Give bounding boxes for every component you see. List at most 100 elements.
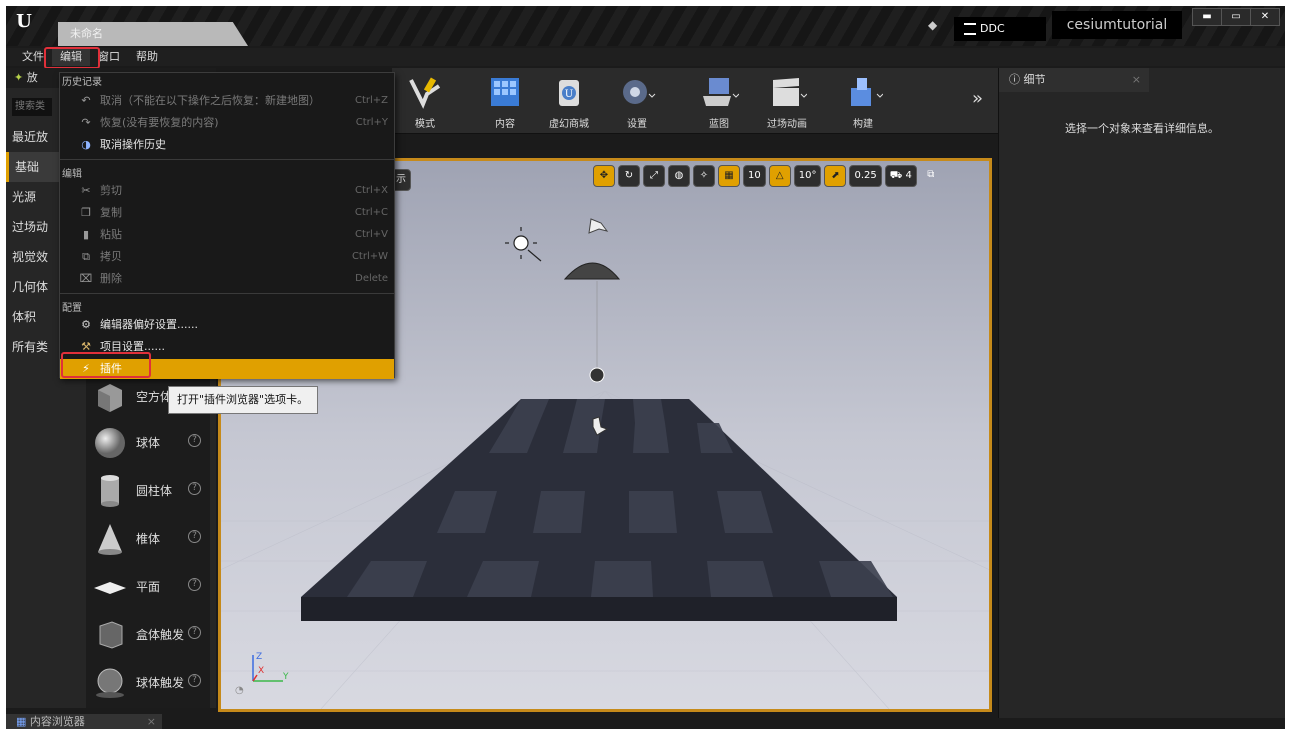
translate-tool-button[interactable]: ✥ [593, 165, 615, 187]
close-icon[interactable]: × [1132, 68, 1141, 92]
help-icon[interactable]: ? [188, 578, 201, 591]
menu-item-label: 取消操作历史 [100, 138, 166, 151]
level-tab-label: 未命名 [70, 27, 103, 40]
menu-paste[interactable]: ▮ 粘贴 Ctrl+V [60, 225, 394, 245]
menu-item-shortcut: Ctrl+W [351, 251, 388, 262]
rotate-tool-button[interactable]: ↻ [618, 165, 640, 187]
toolbar-label: 虚幻商城 [549, 119, 589, 130]
toolbar-modes-button[interactable]: 模式 [394, 70, 456, 132]
ddc-button[interactable]: DDC [954, 17, 1046, 41]
toolbar-settings-button[interactable]: 设置 [606, 70, 668, 132]
menu-section-edit: 编辑 [62, 169, 82, 180]
scissors-icon: ✂ [81, 184, 91, 197]
grid-snap-toggle[interactable]: ▦ [718, 165, 740, 187]
menu-item-shortcut: Ctrl+C [354, 207, 388, 218]
rotation-snap-value[interactable]: 10° [793, 165, 822, 187]
toolbar-label: 过场动画 [767, 119, 807, 130]
menu-item-shortcut: Ctrl+Z [354, 95, 388, 106]
menu-item-label: 粘贴 [100, 228, 122, 241]
maximize-button[interactable]: ▭ [1222, 9, 1251, 25]
unreal-logo-icon: U [16, 11, 32, 32]
main-toolbar: 模式 内容 U 虚幻商城 设置 蓝图 过场动画 构建 » [392, 68, 998, 134]
project-name: cesiumtutorial [1052, 11, 1182, 39]
cylinder-icon [101, 475, 119, 507]
sphere-trigger-icon [96, 668, 124, 698]
maximize-viewport-button[interactable]: ⧉ [920, 165, 942, 187]
toolbar-cinematics-button[interactable]: 过场动画 [756, 70, 818, 132]
menu-editor-preferences[interactable]: ⚙ 编辑器偏好设置...... [60, 315, 394, 335]
scale-snap-toggle[interactable]: ⬈ [824, 165, 847, 187]
toolbar-overflow-button[interactable]: » [972, 88, 983, 109]
copy-icon: ❐ [81, 206, 91, 219]
svg-text:U: U [565, 89, 573, 100]
close-icon[interactable]: × [147, 714, 156, 729]
place-item-sphere[interactable]: 球体 ? [92, 422, 210, 462]
cone-icon [98, 524, 122, 555]
undo-history-icon: ◑ [81, 138, 91, 151]
level-tab[interactable]: 未命名 [58, 22, 248, 46]
details-tab[interactable]: ⓘ 细节 × [999, 68, 1149, 92]
menu-undo[interactable]: ↶ 取消（不能在以下操作之后恢复：新建地图） Ctrl+Z [60, 91, 394, 111]
menu-duplicate[interactable]: ⧉ 拷贝 Ctrl+W [60, 247, 394, 267]
help-icon[interactable]: ? [188, 530, 201, 543]
cube-icon [98, 384, 122, 412]
toolbar-build-button[interactable]: 构建 [832, 70, 894, 132]
toolbar-label: 构建 [853, 119, 873, 130]
viewport-toolbar: ✥ ↻ ⤢ ◍ ✧ ▦ 10 △ 10° ⬈ 0.25 ⛟ 4 ⧉ [593, 165, 942, 189]
menu-bar: 文件 编辑 窗口 帮助 [6, 48, 1285, 66]
camera-speed-button[interactable]: ⛟ 4 [884, 165, 917, 187]
menu-cut[interactable]: ✂ 剪切 Ctrl+X [60, 181, 394, 201]
menu-undo-history[interactable]: ◑ 取消操作历史 [60, 135, 394, 155]
scale-tool-button[interactable]: ⤢ [643, 165, 665, 187]
place-item-cylinder[interactable]: 圆柱体 ? [92, 470, 210, 510]
details-panel: ⓘ 细节 × 选择一个对象来查看详细信息。 [998, 68, 1285, 718]
menu-redo[interactable]: ↷ 恢复(没有要恢复的内容) Ctrl+Y [60, 113, 394, 133]
place-item-box-trigger[interactable]: 盒体触发 ? [92, 614, 210, 654]
toolbar-content-button[interactable]: 内容 [474, 70, 536, 132]
menu-help[interactable]: 帮助 [128, 48, 166, 66]
details-empty-hint: 选择一个对象来查看详细信息。 [1065, 122, 1219, 135]
content-browser-icon: ▦ [16, 715, 30, 728]
toolbar-label: 设置 [627, 119, 647, 130]
duplicate-icon: ⧉ [82, 250, 90, 263]
world-local-toggle[interactable]: ◍ [668, 165, 690, 187]
scale-snap-value[interactable]: 0.25 [849, 165, 882, 187]
menu-item-shortcut: Ctrl+V [354, 229, 388, 240]
place-mode-label: 放 [26, 71, 38, 84]
place-search-input[interactable]: 搜索类 [12, 98, 52, 116]
menu-copy[interactable]: ❐ 复制 Ctrl+C [60, 203, 394, 223]
edit-menu-dropdown: 历史记录 ↶ 取消（不能在以下操作之后恢复：新建地图） Ctrl+Z ↷ 恢复(… [59, 72, 395, 379]
menu-item-label: 复制 [100, 206, 122, 219]
toolbar-marketplace-button[interactable]: U 虚幻商城 [538, 70, 600, 132]
help-icon[interactable]: ? [188, 434, 201, 447]
place-item-cone[interactable]: 椎体 ? [92, 518, 210, 558]
source-control-icon[interactable]: ◆ [928, 18, 942, 32]
content-browser-label: 内容浏览器 [29, 715, 85, 728]
ddc-icon [964, 23, 976, 35]
content-browser-tab[interactable]: ▦ 内容浏览器 × [6, 714, 162, 729]
menu-item-shortcut: Ctrl+X [354, 185, 388, 196]
help-icon[interactable]: ? [188, 482, 201, 495]
place-item-label: 盒体触发 [136, 628, 185, 642]
rotation-snap-toggle[interactable]: △ [768, 165, 791, 187]
close-button[interactable]: ✕ [1251, 9, 1279, 25]
camera-speed-icon: ⛟ [889, 170, 906, 181]
minimize-button[interactable]: ▬ [1193, 9, 1222, 25]
toolbar-label: 蓝图 [709, 119, 729, 130]
menu-item-shortcut: Delete [355, 273, 388, 284]
place-item-plane[interactable]: 平面 ? [92, 566, 210, 606]
menu-item-label: 拷贝 [100, 250, 122, 263]
place-item-sphere-trigger[interactable]: 球体触发 ? [92, 662, 210, 702]
menu-item-label: 剪切 [100, 184, 122, 197]
help-icon[interactable]: ? [188, 626, 201, 639]
grid-snap-value[interactable]: 10 [743, 165, 766, 187]
menu-separator [60, 159, 394, 160]
surface-snap-button[interactable]: ✧ [693, 165, 715, 187]
blueprint-icon [703, 78, 740, 106]
help-icon[interactable]: ? [188, 674, 201, 687]
toolbar-blueprints-button[interactable]: 蓝图 [688, 70, 750, 132]
place-item-label: 球体 [136, 436, 161, 450]
details-tab-label: 细节 [1023, 73, 1046, 86]
menu-delete[interactable]: ⌧ 删除 Delete [60, 269, 394, 289]
axis-x-label: X [258, 666, 264, 676]
